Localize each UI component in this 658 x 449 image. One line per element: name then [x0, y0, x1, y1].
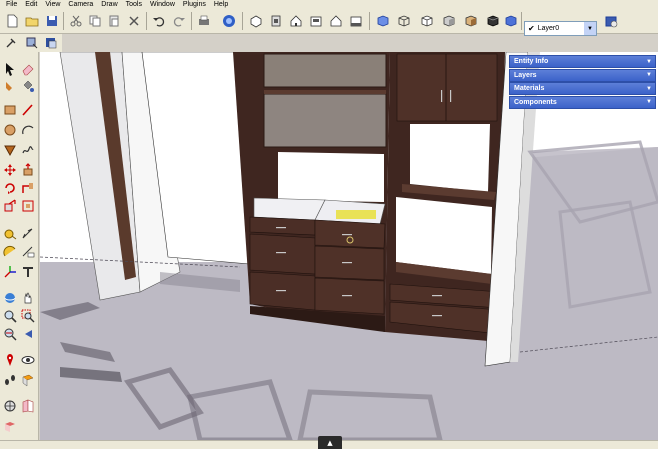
- front-view-icon[interactable]: [288, 13, 304, 29]
- print-icon[interactable]: [196, 13, 212, 29]
- tray-entity-info-label: Entity Info: [514, 58, 549, 65]
- circle-icon[interactable]: [2, 122, 18, 138]
- cut-icon[interactable]: [68, 13, 84, 29]
- monochrome-icon[interactable]: [485, 13, 501, 29]
- copy-icon[interactable]: [87, 13, 103, 29]
- component-icon[interactable]: [2, 398, 18, 414]
- arc-icon[interactable]: [20, 122, 36, 138]
- section-icon[interactable]: [20, 372, 36, 388]
- zoom-window-icon[interactable]: [20, 308, 36, 324]
- zoom-extents-icon[interactable]: [2, 326, 18, 342]
- chevron-down-icon[interactable]: ▼: [584, 22, 596, 35]
- line-icon[interactable]: [20, 102, 36, 118]
- model-info-icon[interactable]: [221, 13, 237, 29]
- wireframe-icon[interactable]: [396, 13, 412, 29]
- orbit-sm-icon[interactable]: [4, 35, 20, 51]
- hidden-line-icon[interactable]: [419, 13, 435, 29]
- chevron-down-icon: ▼: [646, 72, 652, 78]
- tray-entity-info[interactable]: Entity Info ▼: [509, 55, 656, 68]
- open-icon[interactable]: [24, 13, 40, 29]
- section-plane-icon[interactable]: [43, 35, 59, 51]
- offset-icon[interactable]: [20, 198, 36, 214]
- eraser-icon[interactable]: [20, 61, 36, 77]
- redo-icon[interactable]: [171, 13, 187, 29]
- paste-icon[interactable]: [106, 13, 122, 29]
- sketchup-window: File Edit View Camera Draw Tools Window …: [0, 0, 658, 449]
- tray-layers[interactable]: Layers ▼: [509, 68, 656, 82]
- layer-manager-icon[interactable]: [603, 13, 619, 29]
- right-view-icon[interactable]: [308, 13, 324, 29]
- model-viewport[interactable]: [40, 52, 658, 440]
- menu-bar: File Edit View Camera Draw Tools Window …: [0, 0, 658, 9]
- tray-components[interactable]: Components ▼: [509, 95, 656, 109]
- paint-bucket-icon[interactable]: [20, 78, 36, 94]
- chevron-down-icon: ▼: [646, 99, 652, 105]
- xray-blue-icon[interactable]: [503, 13, 519, 29]
- menu-window[interactable]: Window: [146, 0, 179, 9]
- main-toolbar: ✔ Layer0 ▼: [0, 9, 658, 36]
- back-view-icon[interactable]: [328, 13, 344, 29]
- xray-icon[interactable]: [375, 13, 391, 29]
- layer-dropdown-value: Layer0: [537, 25, 560, 32]
- scale-icon[interactable]: [2, 198, 18, 214]
- lookaround-icon[interactable]: [20, 352, 36, 368]
- chevron-down-icon: ▼: [646, 85, 652, 92]
- undo-icon[interactable]: [151, 13, 167, 29]
- iso-view-icon[interactable]: [248, 13, 264, 29]
- shaded-icon[interactable]: [441, 13, 457, 29]
- menu-plugins[interactable]: Plugins: [179, 0, 210, 9]
- left-view-icon[interactable]: [348, 13, 364, 29]
- move-icon[interactable]: [2, 162, 18, 178]
- walk-icon[interactable]: [2, 372, 18, 388]
- menu-edit[interactable]: Edit: [21, 0, 41, 9]
- menu-camera[interactable]: Camera: [64, 0, 97, 9]
- secondary-toolbar: [0, 34, 62, 52]
- previous-icon[interactable]: [20, 326, 36, 342]
- menu-file[interactable]: File: [2, 0, 21, 9]
- layer-dropdown[interactable]: ✔ Layer0 ▼: [524, 21, 597, 36]
- text-icon[interactable]: [20, 244, 36, 260]
- pan-icon[interactable]: [20, 290, 36, 306]
- followme-icon[interactable]: [20, 180, 36, 196]
- tray-components-label: Components: [514, 98, 557, 106]
- rotate-icon[interactable]: [2, 180, 18, 196]
- tray-panel: Entity Info ▼ Layers ▼ Materials ▼ Componen…: [509, 55, 656, 109]
- rectangle-icon[interactable]: [2, 102, 18, 118]
- axes-icon[interactable]: [2, 264, 18, 280]
- pushpull-icon[interactable]: [20, 162, 36, 178]
- freehand-icon[interactable]: [20, 142, 36, 158]
- tape-icon[interactable]: [2, 226, 18, 242]
- orbit-icon[interactable]: [2, 290, 18, 306]
- status-indicators: [4, 442, 50, 448]
- polygon-icon[interactable]: [2, 142, 18, 158]
- tray-materials[interactable]: Materials ▼: [509, 82, 656, 95]
- position-camera-icon[interactable]: [2, 352, 18, 368]
- select-icon[interactable]: [2, 61, 18, 77]
- save-icon[interactable]: [44, 13, 60, 29]
- scroll-up-icon[interactable]: ▲: [318, 436, 342, 449]
- erase-icon[interactable]: [126, 13, 142, 29]
- 3dtext-icon[interactable]: [20, 264, 36, 280]
- menu-view[interactable]: View: [41, 0, 64, 9]
- group-icon[interactable]: [20, 398, 36, 414]
- tray-layers-label: Layers: [514, 71, 537, 79]
- protractor-icon[interactable]: [2, 244, 18, 260]
- dimension-icon[interactable]: [20, 226, 36, 242]
- menu-draw[interactable]: Draw: [97, 0, 121, 9]
- menu-help[interactable]: Help: [210, 0, 232, 9]
- sandbox-icon[interactable]: [2, 419, 18, 435]
- shaded-texture-icon[interactable]: [463, 13, 479, 29]
- paint-icon[interactable]: [2, 78, 18, 94]
- zoom-icon[interactable]: [2, 308, 18, 324]
- tool-palette: [0, 52, 39, 440]
- tray-materials-label: Materials: [514, 85, 545, 92]
- chevron-down-icon: ▼: [646, 58, 652, 65]
- menu-tools[interactable]: Tools: [122, 0, 146, 9]
- model-scene: [40, 52, 658, 440]
- position-text-icon[interactable]: [24, 35, 40, 51]
- top-view-icon[interactable]: [268, 13, 284, 29]
- current-layer-check-icon: ✔: [528, 24, 535, 33]
- new-icon[interactable]: [4, 13, 20, 29]
